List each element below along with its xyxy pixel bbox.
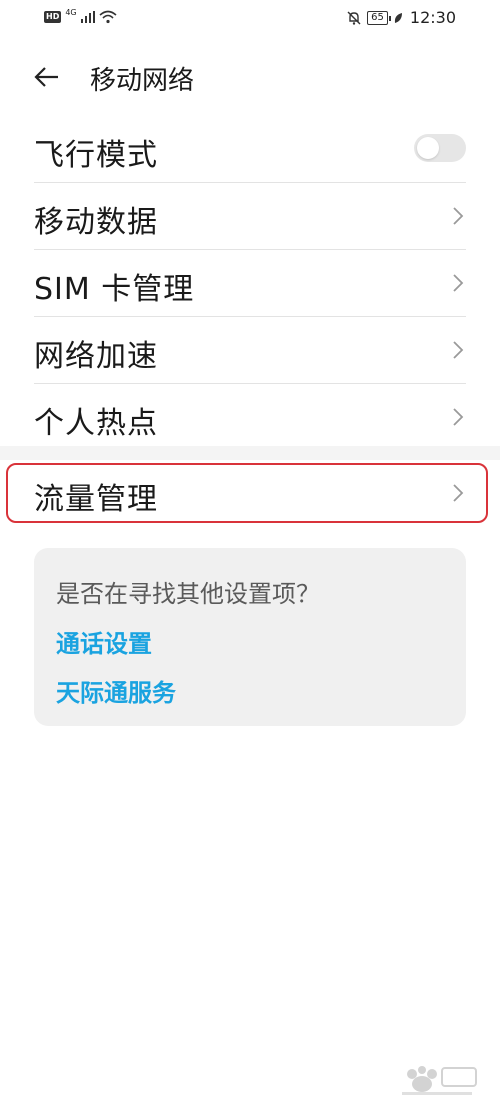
skytone-service-link[interactable]: 天际通服务 — [56, 673, 176, 708]
call-settings-link[interactable]: 通话设置 — [56, 624, 152, 659]
chevron-right-icon — [453, 341, 464, 359]
status-bar: HD 4G 65 12:30 — [0, 0, 500, 36]
suggestion-title: 是否在寻找其他设置项？ — [56, 580, 320, 608]
toggle-knob — [417, 137, 439, 159]
menu-item-label: 飞行模式 — [34, 138, 158, 173]
chevron-right-icon — [453, 274, 464, 292]
sim-management-item[interactable]: SIM 卡管理 — [34, 250, 466, 317]
mobile-data-item[interactable]: 移动数据 — [34, 183, 466, 250]
suggestion-card: 是否在寻找其他设置项？ 通话设置 天际通服务 — [34, 548, 466, 726]
network-acceleration-item[interactable]: 网络加速 — [34, 317, 466, 384]
airplane-mode-item[interactable]: 飞行模式 — [34, 116, 466, 183]
highlight-annotation — [6, 463, 488, 523]
menu-item-label: 个人热点 — [34, 406, 158, 441]
hd-badge: HD — [44, 11, 62, 23]
settings-list: 飞行模式 移动数据 SIM 卡管理 网络加速 个人热点 — [0, 116, 500, 450]
clock: 12:30 — [409, 8, 456, 27]
chevron-right-icon — [453, 207, 464, 225]
network-type-label: 4G — [65, 7, 77, 17]
chevron-right-icon — [453, 408, 464, 426]
mute-bell-icon — [347, 11, 361, 25]
menu-item-label: 网络加速 — [34, 339, 158, 374]
leaf-icon — [394, 12, 402, 23]
watermark-logo — [402, 1066, 477, 1095]
wifi-icon — [99, 10, 117, 24]
section-divider — [0, 446, 500, 460]
personal-hotspot-item[interactable]: 个人热点 — [34, 384, 466, 450]
menu-item-label: SIM 卡管理 — [34, 272, 195, 307]
status-right-group: 65 12:30 — [346, 8, 456, 27]
page-header: 移动网络 — [0, 52, 500, 102]
menu-item-label: 移动数据 — [34, 205, 158, 240]
status-left-group: HD 4G — [44, 7, 117, 24]
airplane-mode-toggle[interactable] — [414, 134, 466, 162]
battery-indicator: 65 — [367, 10, 391, 25]
page-title: 移动网络 — [90, 66, 195, 96]
signal-icon — [80, 11, 95, 23]
back-arrow-icon[interactable] — [32, 62, 62, 92]
